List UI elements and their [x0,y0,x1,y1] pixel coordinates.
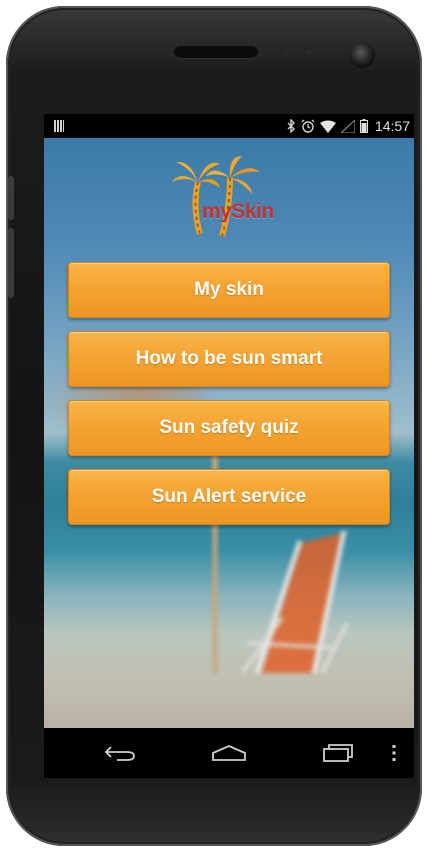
clock: 14:57 [374,118,410,134]
app-logo-text: mySkin [202,200,274,223]
sun-smart-button[interactable]: How to be sun smart [68,331,390,387]
overflow-menu-button[interactable] [384,738,404,768]
sun-alert-service-button[interactable]: Sun Alert service [68,469,390,525]
notification-icon [54,120,64,132]
background-beach-chair [242,530,349,675]
phone-frame: 14:57 mySkin My skin How to be sun smart… [6,6,422,846]
bluetooth-icon [287,119,295,133]
battery-icon [359,119,368,133]
signal-icon [340,119,355,133]
recent-apps-button[interactable] [318,738,358,768]
screen: 14:57 mySkin My skin How to be sun smart… [44,114,414,778]
my-skin-button[interactable]: My skin [68,262,390,318]
recent-apps-icon [323,744,353,762]
overflow-menu-icon [392,745,396,761]
main-menu: My skin How to be sun smart Sun safety q… [68,262,390,538]
status-bar: 14:57 [44,114,414,138]
light-sensor [306,49,312,55]
earpiece [174,46,258,58]
home-icon [212,745,246,761]
proximity-sensor [284,49,290,55]
volume-down-button [8,228,14,298]
home-button[interactable] [206,738,252,768]
wifi-icon [319,120,336,133]
back-button[interactable] [100,738,140,768]
sun-safety-quiz-button[interactable]: Sun safety quiz [68,400,390,456]
front-camera [349,42,375,68]
app-content: mySkin My skin How to be sun smart Sun s… [44,138,414,728]
back-icon [104,746,135,761]
volume-up-button [8,176,14,220]
navigation-bar [44,728,414,778]
status-icons: 14:57 [286,117,410,135]
alarm-icon [301,119,315,133]
app-logo-icon [172,156,260,237]
